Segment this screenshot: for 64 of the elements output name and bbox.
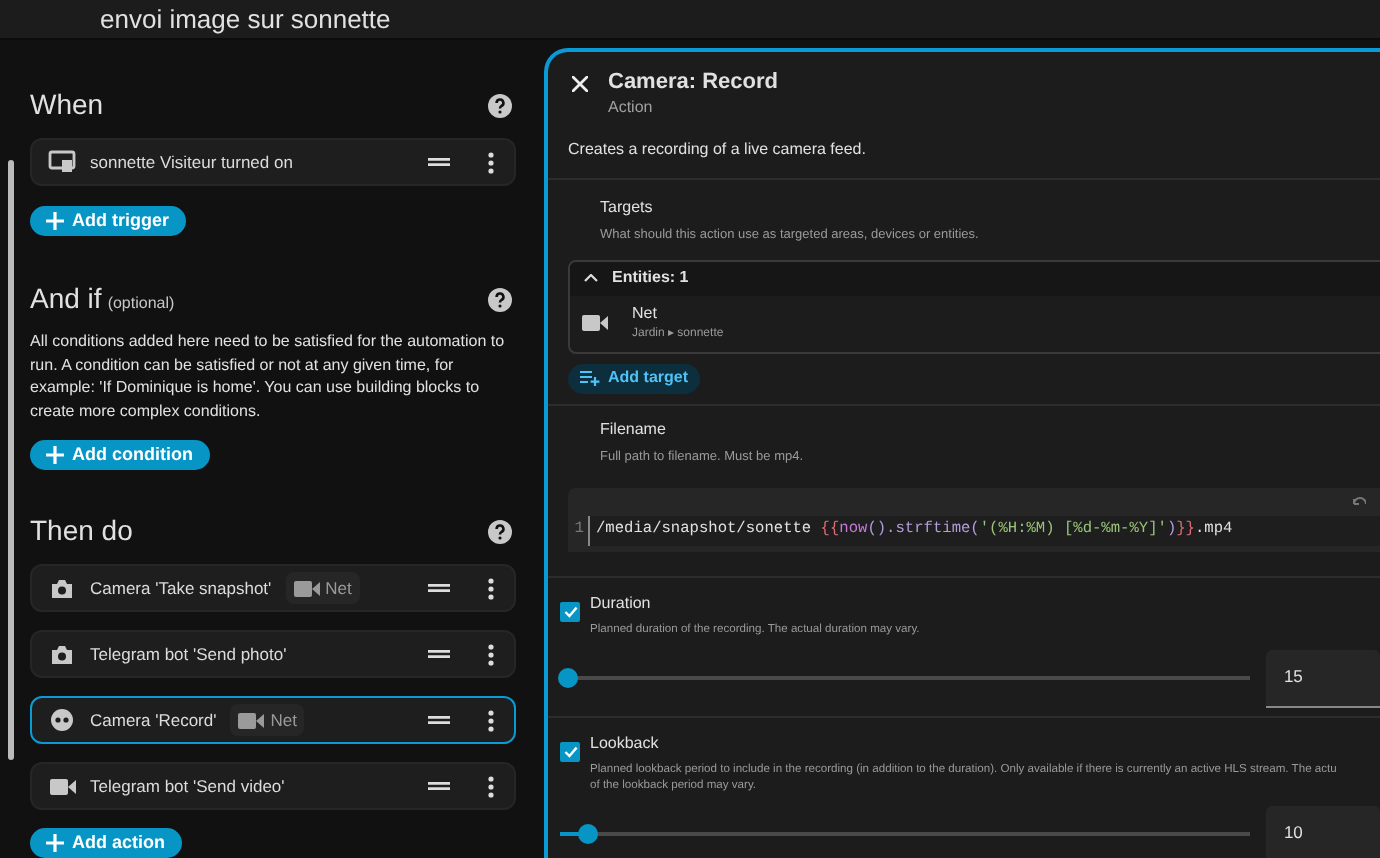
line-number: 1 [572,518,586,542]
list-row[interactable]: sonnette Visiteur turned on [30,138,516,186]
checkbox[interactable] [560,741,580,761]
group-header: Entities: 1 [612,266,689,291]
section-title: And if [30,280,102,318]
help-icon[interactable] [488,287,512,311]
plus-icon [46,446,64,464]
field-label: Targets [598,196,655,220]
field-label: Duration [590,591,653,615]
device-icon [48,150,76,174]
number-field[interactable]: 15 [1265,649,1380,707]
record-icon [50,708,74,732]
add-list-icon [580,370,600,387]
row-label: Camera 'Take snapshot' [90,575,272,601]
video-camera-icon [238,711,265,729]
checkbox[interactable] [560,601,580,621]
drag-handle-icon[interactable] [428,716,450,724]
more-icon[interactable] [488,775,494,797]
camera-icon [50,577,74,599]
add-target-button[interactable]: Add target [568,363,700,394]
more-icon[interactable] [488,709,494,731]
undo-icon[interactable] [1352,496,1366,506]
entity-chip: Net [285,572,360,604]
scrollbar[interactable] [8,160,14,760]
more-icon[interactable] [488,577,494,599]
close-icon[interactable] [572,76,588,92]
panel-description: Creates a recording of a live camera feed. [548,120,1380,180]
page-title: envoi image sur sonnette [100,6,391,32]
row-label: sonnette Visiteur turned on [90,149,293,175]
section-description: All conditions added here need to be satisfied for the automation to run. A condition can be satisfied or not at any given time, for example: 'If Dominique is home'. You can use building blocks to create more complex conditions. [30,330,507,422]
drag-handle-icon[interactable] [428,158,450,166]
list-row[interactable]: Camera 'Record' Net [30,696,516,744]
more-icon[interactable] [488,151,494,173]
section-title: When [30,86,104,124]
list-row[interactable]: Telegram bot 'Send photo' [30,630,516,678]
row-label: Camera 'Record' [90,707,217,733]
number-field[interactable]: 10 [1265,805,1380,858]
section-title: Then do [30,512,133,550]
drag-handle-icon[interactable] [428,584,450,592]
field-label: Lookback [590,731,661,755]
field-label: Filename [598,417,668,442]
panel-subtitle: Action [608,96,655,120]
drag-handle-icon[interactable] [428,782,450,790]
list-row[interactable]: Telegram bot 'Send video' [30,762,516,810]
more-icon[interactable] [488,643,494,665]
optional-label: (optional) [107,292,175,316]
video-camera-icon [582,314,608,333]
entity-chip: Net [230,704,305,736]
video-camera-icon [293,579,320,597]
drag-handle-icon[interactable] [428,650,450,658]
help-icon[interactable] [488,519,512,543]
list-row[interactable]: Camera 'Take snapshot' Net [30,564,516,612]
plus-icon [46,834,64,852]
slider-thumb[interactable] [578,824,599,844]
row-label: Telegram bot 'Send photo' [90,641,287,667]
slider-thumb[interactable] [558,668,578,688]
panel-title: Camera: Record [608,68,778,96]
collapse-chevron-icon[interactable] [584,274,598,283]
plus-icon [46,212,64,230]
video-camera-icon [49,777,75,795]
camera-icon [50,643,74,665]
row-label: Telegram bot 'Send video' [90,773,285,799]
entity-name: Net [632,302,659,327]
help-icon[interactable] [488,93,512,117]
